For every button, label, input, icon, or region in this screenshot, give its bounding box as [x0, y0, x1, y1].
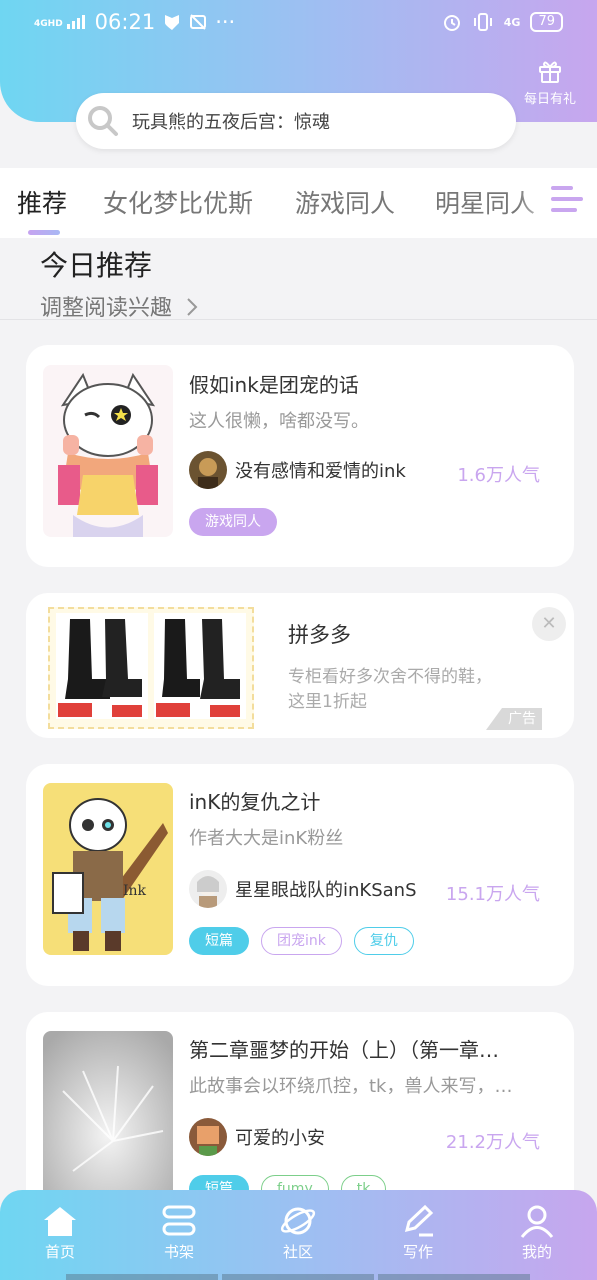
- close-icon[interactable]: ✕: [532, 607, 566, 641]
- no-photo-icon: [190, 14, 207, 30]
- signal-indicator: 4GHD: [34, 15, 87, 29]
- vibrate-icon: [473, 13, 492, 31]
- tag[interactable]: 复仇: [353, 927, 414, 955]
- adjust-interest-link[interactable]: 调整阅读兴趣: [40, 290, 199, 322]
- user-icon: [520, 1205, 554, 1238]
- today-recommend-section: 今日推荐 调整阅读兴趣: [0, 238, 597, 322]
- tab-game-fanfic[interactable]: 游戏同人: [295, 184, 395, 220]
- author-name: 星星眼战队的inKSanS: [235, 880, 417, 901]
- planet-icon: [280, 1207, 316, 1235]
- ad-title: 拼多多: [288, 623, 351, 647]
- svg-text:Ink: Ink: [123, 883, 147, 899]
- nav-bookshelf[interactable]: 书架: [139, 1204, 219, 1262]
- network-type: 4G: [34, 19, 48, 29]
- category-menu-icon[interactable]: [549, 182, 585, 216]
- tag-list: 游戏同人: [189, 508, 277, 536]
- story-card[interactable]: Ink inK的复仇之计 作者大大是inK粉丝 星星眼战队的inKSanS 15…: [26, 764, 574, 986]
- pen-icon: [404, 1204, 434, 1237]
- story-description: 此故事会以环绕爪控，tk，兽人来写，…: [189, 1076, 513, 1097]
- author-name: 没有感情和爱情的ink: [235, 461, 406, 482]
- tab-recommend[interactable]: 推荐: [17, 184, 67, 220]
- tag-list: 短篇 团宠ink 复仇: [189, 927, 414, 955]
- nav-home[interactable]: 首页: [20, 1204, 100, 1262]
- bottom-navigation: 首页 书架 社区 写作 我的: [0, 1190, 597, 1280]
- home-icon: [44, 1207, 76, 1236]
- avatar: [189, 1118, 227, 1156]
- bookshelf-icon: [162, 1205, 196, 1236]
- notification-shield-icon: [165, 15, 180, 30]
- adjust-interest-label: 调整阅读兴趣: [40, 296, 173, 321]
- tag[interactable]: 游戏同人: [189, 508, 277, 536]
- status-network-right: 4G: [503, 15, 521, 29]
- author-name: 可爱的小安: [235, 1128, 325, 1149]
- story-author[interactable]: 星星眼战队的inKSanS: [189, 870, 417, 908]
- tag[interactable]: 团宠ink: [261, 927, 342, 955]
- section-divider: [0, 319, 597, 320]
- nav-profile-label: 我的: [521, 1243, 552, 1261]
- story-title: 假如ink是团宠的话: [189, 373, 359, 397]
- nav-community-label: 社区: [282, 1243, 313, 1261]
- gift-icon: [539, 61, 561, 83]
- story-cover: [43, 365, 173, 537]
- search-placeholder: 玩具熊的五夜后宫：惊魂: [132, 112, 330, 133]
- system-home-bar: [66, 1274, 530, 1280]
- story-description: 这人很懒，啥都没写。: [189, 411, 369, 432]
- story-title: 第二章噩梦的开始（上）（第一章…: [189, 1038, 499, 1062]
- story-author[interactable]: 没有感情和爱情的ink: [189, 451, 406, 489]
- nav-profile[interactable]: 我的: [497, 1204, 577, 1262]
- story-cover: Ink: [43, 783, 173, 955]
- nav-home-label: 首页: [44, 1243, 75, 1261]
- avatar: [189, 451, 227, 489]
- network-hd: HD: [47, 19, 63, 29]
- nav-write-label: 写作: [402, 1243, 433, 1261]
- active-tab-indicator: [28, 230, 60, 235]
- daily-gift-label: 每日有礼: [523, 92, 576, 107]
- story-cover: [43, 1031, 173, 1203]
- nav-bookshelf-label: 书架: [163, 1243, 194, 1261]
- battery-indicator: 79: [530, 12, 563, 32]
- popularity-count: 15.1万人气: [445, 884, 540, 905]
- ad-card[interactable]: 拼多多 专柜看好多次舍不得的鞋，这里1折起 ✕ 广告: [26, 593, 574, 738]
- status-time: 06:21: [94, 10, 156, 34]
- story-author[interactable]: 可爱的小安: [189, 1118, 325, 1156]
- chevron-right-icon: [187, 298, 198, 316]
- alarm-icon: [443, 15, 460, 31]
- avatar: [189, 870, 227, 908]
- story-description: 作者大大是inK粉丝: [189, 828, 344, 849]
- search-bar[interactable]: 玩具熊的五夜后宫：惊魂: [76, 93, 516, 149]
- tag[interactable]: 短篇: [189, 927, 249, 955]
- nav-community[interactable]: 社区: [258, 1204, 338, 1262]
- search-icon: [88, 106, 118, 136]
- tab-mebius[interactable]: 女化梦比优斯: [103, 184, 253, 220]
- more-notifications-icon: ···: [215, 10, 236, 34]
- category-tabs: 推荐 女化梦比优斯 游戏同人 明星同人: [0, 168, 597, 238]
- ad-description: 专柜看好多次舍不得的鞋，这里1折起: [288, 667, 492, 712]
- daily-gift-button[interactable]: 每日有礼: [519, 58, 581, 107]
- status-bar: 4GHD 06:21 ··· 4G 79: [0, 0, 597, 46]
- story-title: inK的复仇之计: [189, 790, 321, 814]
- popularity-count: 21.2万人气: [445, 1132, 540, 1153]
- signal-icon: [66, 15, 85, 29]
- section-title: 今日推荐: [40, 249, 153, 282]
- nav-write[interactable]: 写作: [378, 1204, 458, 1262]
- popularity-count: 1.6万人气: [457, 465, 540, 486]
- ad-image: [48, 607, 254, 729]
- story-card[interactable]: 假如ink是团宠的话 这人很懒，啥都没写。 没有感情和爱情的ink 1.6万人气…: [26, 345, 574, 567]
